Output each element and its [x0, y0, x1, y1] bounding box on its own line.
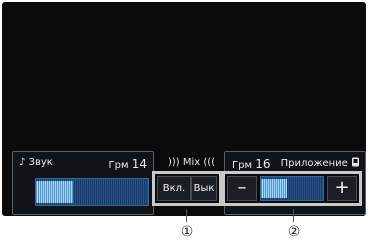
- sound-panel: ♪ Звук Грм 14: [12, 151, 154, 215]
- callout-1-line: [186, 209, 187, 222]
- app-gain: Грм 16: [232, 157, 270, 171]
- volume-up-button[interactable]: +: [327, 176, 357, 201]
- app-level-fill: [261, 179, 288, 198]
- mix-off-button[interactable]: Вык: [191, 176, 217, 201]
- app-gain-prefix: Грм: [232, 160, 252, 171]
- sound-gain: Грм 14: [109, 157, 147, 171]
- sound-label: ♪ Звук: [19, 157, 53, 168]
- mix-label: ))) Mix (((: [168, 157, 216, 168]
- app-label-text: Приложение: [280, 158, 348, 169]
- mix-toggle-group: Вкл. Вык: [152, 171, 222, 206]
- app-label: Приложение: [281, 157, 360, 169]
- sound-level-meter[interactable]: [35, 178, 149, 206]
- sound-gain-value: 14: [131, 157, 147, 171]
- mix-on-button[interactable]: Вкл.: [157, 176, 191, 201]
- sound-gain-prefix: Грм: [108, 160, 129, 171]
- app-level-meter[interactable]: [260, 176, 324, 201]
- app-gain-value: 16: [255, 157, 271, 171]
- callout-2-line: [293, 209, 294, 222]
- volume-down-button[interactable]: –: [227, 176, 257, 201]
- callout-2: ②: [287, 224, 301, 240]
- app-volume-stepper: – +: [222, 171, 362, 206]
- sound-level-fill: [36, 181, 73, 203]
- phone-icon: [352, 157, 359, 167]
- callout-1: ①: [180, 224, 194, 240]
